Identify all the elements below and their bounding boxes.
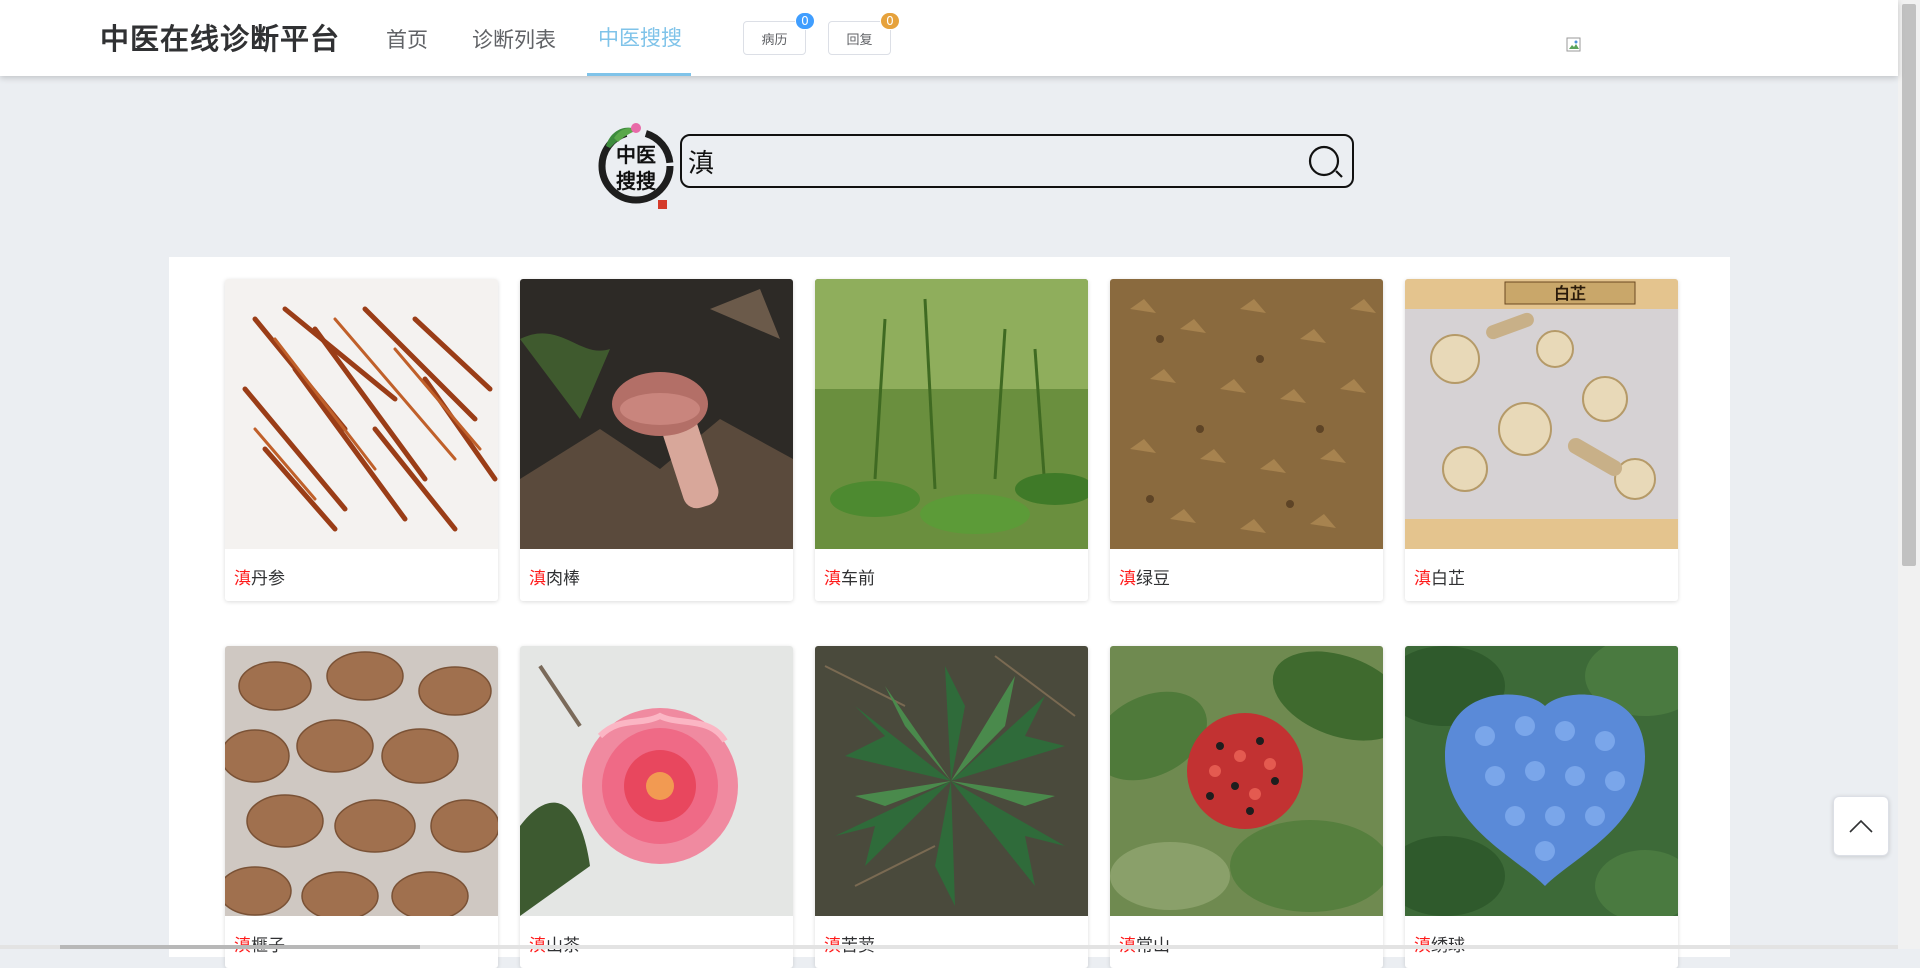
horizontal-scroll-thumb[interactable]	[60, 945, 420, 949]
nav-active-indicator	[587, 73, 691, 76]
herb-card[interactable]: 滇山茶	[520, 646, 793, 968]
nav-home[interactable]: 首页	[386, 24, 428, 54]
herb-image	[1405, 646, 1678, 916]
horizontal-scrollbar[interactable]	[0, 945, 1898, 949]
herb-name: 滇苦荬	[824, 931, 875, 956]
nav-tcm-search[interactable]: 中医搜搜	[598, 22, 682, 52]
medical-record-button[interactable]: 病历 0	[743, 12, 815, 55]
chevron-up-icon	[1849, 819, 1873, 833]
broken-avatar-image-icon[interactable]	[1566, 37, 1582, 53]
search-input[interactable]	[682, 136, 1294, 186]
vertical-scrollbar[interactable]	[1898, 0, 1920, 949]
herb-image: 白芷	[1405, 279, 1678, 549]
herb-card[interactable]: 滇车前	[815, 279, 1088, 601]
herb-card[interactable]: 滇绿豆	[1110, 279, 1383, 601]
herb-card[interactable]: 滇丹参	[225, 279, 498, 601]
search-icon[interactable]	[1306, 144, 1346, 180]
back-to-top-button[interactable]	[1833, 796, 1889, 856]
medical-record-badge: 0	[795, 12, 815, 30]
herb-name: 滇丹参	[234, 569, 285, 589]
herb-card[interactable]: 滇绣球	[1405, 646, 1678, 968]
herb-name: 滇车前	[824, 569, 875, 589]
herb-card[interactable]: 滇常山	[1110, 646, 1383, 968]
tcm-search-logo: 中医 搜搜	[598, 123, 674, 209]
image-caption: 白芷	[1554, 284, 1586, 303]
results-panel: 滇丹参 滇肉棒 滇车前 滇绿豆 白芷 滇白芷	[169, 257, 1730, 968]
herb-card[interactable]: 白芷 滇白芷	[1405, 279, 1678, 601]
vertical-scroll-thumb[interactable]	[1902, 4, 1916, 566]
herb-card[interactable]: 滇苦荬	[815, 646, 1088, 968]
herb-name: 滇肉棒	[529, 569, 580, 589]
reply-badge: 0	[880, 12, 900, 30]
reply-label: 回复	[846, 32, 873, 48]
herb-image	[225, 646, 498, 916]
svg-text:搜搜: 搜搜	[616, 169, 657, 193]
top-header: 中医在线诊断平台 首页 诊断列表 中医搜搜 病历 0 回复 0	[0, 0, 1898, 76]
herb-name: 滇常山	[1119, 931, 1170, 956]
herb-image	[1110, 646, 1383, 916]
herb-image	[815, 646, 1088, 916]
herb-image	[225, 279, 498, 549]
reply-button[interactable]: 回复 0	[828, 12, 900, 55]
search-box	[680, 134, 1354, 188]
brand-title[interactable]: 中医在线诊断平台	[100, 16, 340, 58]
herb-card[interactable]: 滇榧子	[225, 646, 498, 968]
nav-diagnosis-list[interactable]: 诊断列表	[472, 24, 556, 54]
medical-record-label: 病历	[761, 32, 788, 48]
herb-name: 滇绿豆	[1119, 569, 1170, 589]
herb-name: 滇绣球	[1414, 931, 1465, 956]
herb-name: 滇榧子	[234, 931, 285, 956]
herb-image	[520, 279, 793, 549]
herb-card[interactable]: 滇肉棒	[520, 279, 793, 601]
herb-image	[1110, 279, 1383, 549]
herb-image	[815, 279, 1088, 549]
herb-name: 滇山茶	[529, 931, 580, 956]
herb-name: 滇白芷	[1414, 569, 1465, 589]
herb-image	[520, 646, 793, 916]
svg-text:中医: 中医	[616, 143, 656, 167]
